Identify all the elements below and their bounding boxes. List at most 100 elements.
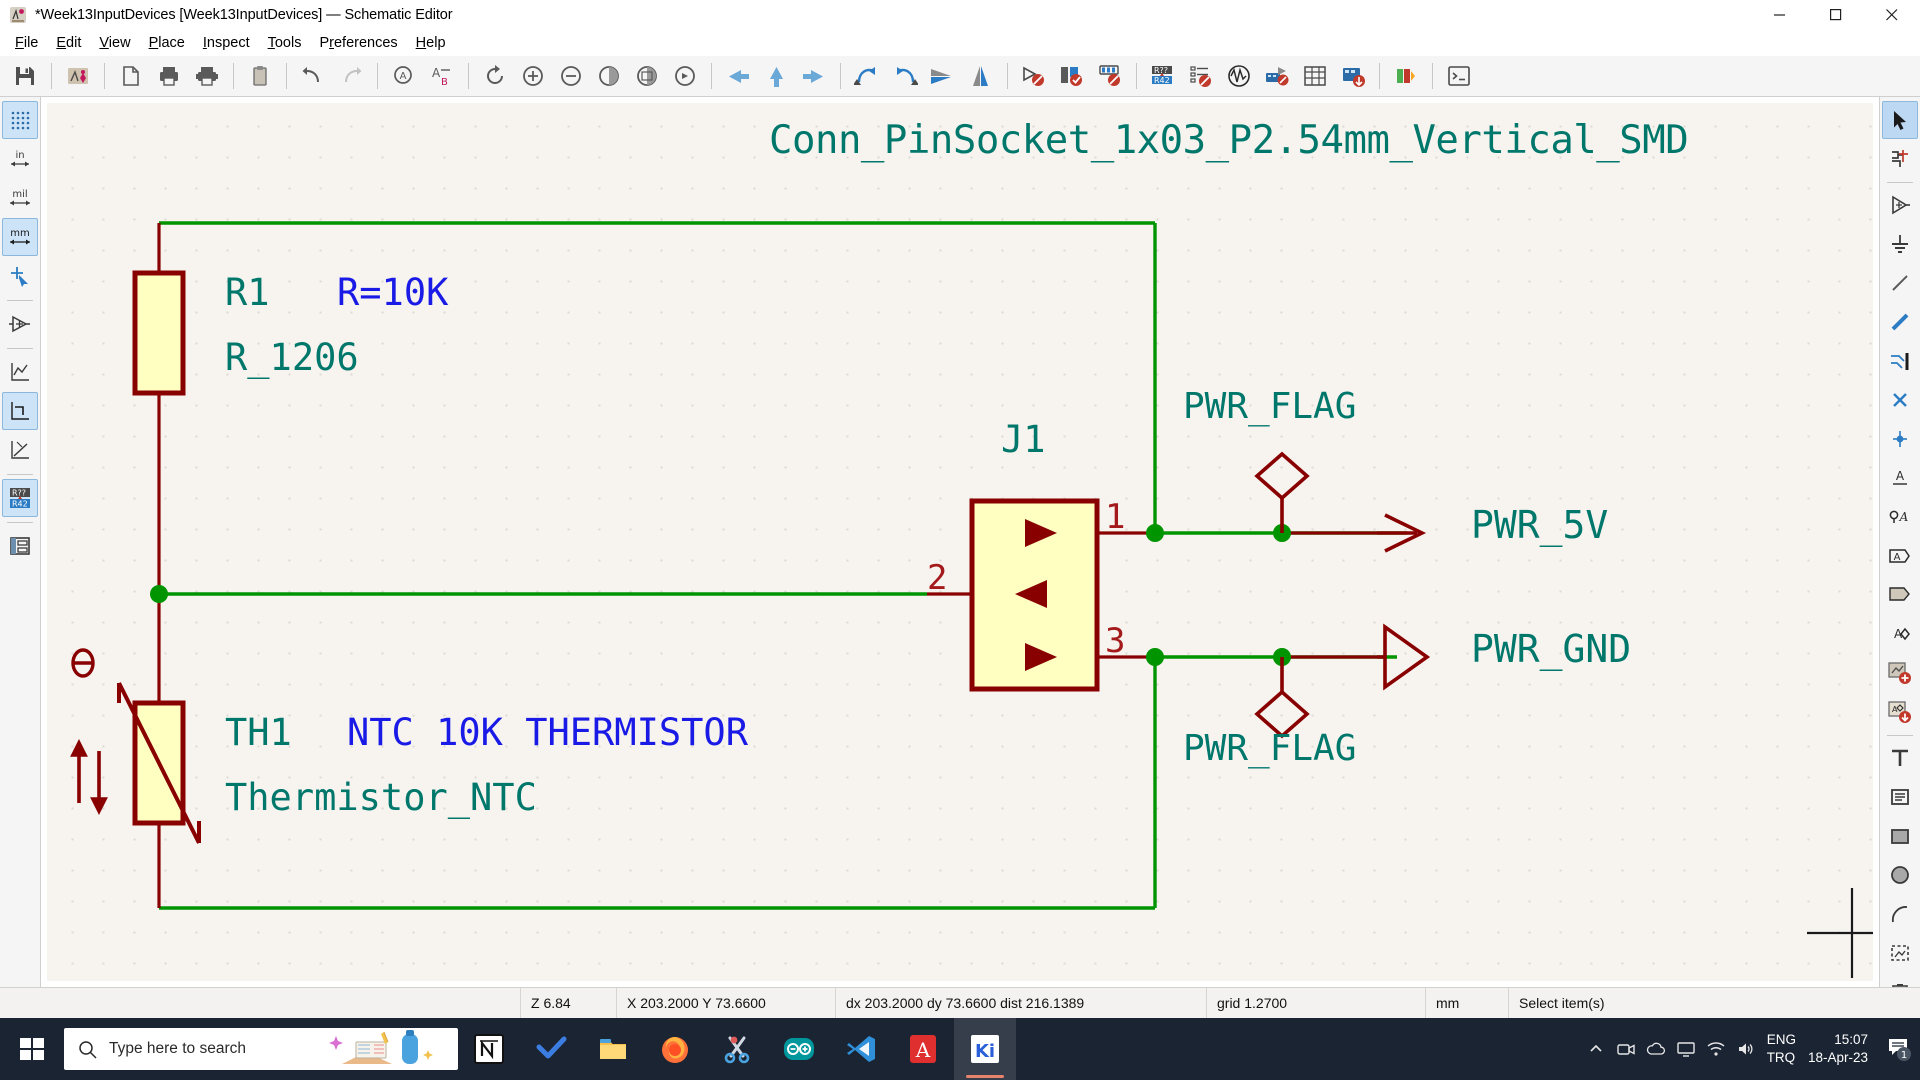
windows-start-icon[interactable] <box>0 1018 64 1080</box>
draw-image-tool-icon[interactable] <box>1882 934 1918 972</box>
draw-circle-tool-icon[interactable] <box>1882 856 1918 894</box>
power-port-pwr-gnd-label[interactable]: PWR_GND <box>1471 627 1631 671</box>
volume-icon[interactable] <box>1731 1018 1761 1080</box>
menu-place[interactable]: Place <box>140 32 194 54</box>
wifi-icon[interactable] <box>1701 1018 1731 1080</box>
rotate-cw-icon[interactable] <box>886 58 924 94</box>
thermistor-th1-footprint[interactable]: Thermistor_NTC <box>225 776 537 819</box>
undo-icon[interactable] <box>294 58 332 94</box>
open-pcb-icon[interactable] <box>1258 58 1296 94</box>
power-flag-top-label[interactable]: PWR_FLAG <box>1183 386 1356 427</box>
hierarchical-label-tool-icon[interactable]: A <box>1882 537 1918 575</box>
resistor-r1-value[interactable]: R=10K <box>337 271 448 314</box>
place-textbox-tool-icon[interactable] <box>1882 778 1918 816</box>
plot-icon[interactable] <box>188 58 226 94</box>
new-sheet-icon[interactable] <box>112 58 150 94</box>
zoom-fit-icon[interactable] <box>590 58 628 94</box>
resistor-r1-footprint[interactable]: R_1206 <box>225 336 359 379</box>
footprint-assign-icon[interactable] <box>1091 58 1129 94</box>
arduino-ide-taskbar-icon[interactable] <box>768 1018 830 1080</box>
scripting-console-icon[interactable] <box>1440 58 1478 94</box>
update-pcb-icon[interactable] <box>1334 58 1372 94</box>
open-project-manager-icon[interactable] <box>59 58 97 94</box>
minimize-button[interactable] <box>1752 0 1808 30</box>
toggle-grid-icon[interactable] <box>2 101 38 139</box>
annotate-icon[interactable] <box>1015 58 1053 94</box>
edit-symbol-fields-icon[interactable]: R?? R42 <box>1144 58 1182 94</box>
vscode-taskbar-icon[interactable] <box>830 1018 892 1080</box>
zoom-in-icon[interactable] <box>514 58 552 94</box>
taskbar-search-box[interactable]: Type here to search <box>64 1028 458 1070</box>
place-text-tool-icon[interactable] <box>1882 739 1918 777</box>
highlight-net-tool-icon[interactable] <box>1882 140 1918 178</box>
import-sheet-pin-tool-icon[interactable] <box>1882 654 1918 692</box>
find-replace-icon[interactable]: A B <box>423 58 461 94</box>
todoist-taskbar-icon[interactable] <box>520 1018 582 1080</box>
up-sheet-icon[interactable] <box>757 58 795 94</box>
place-power-port-tool-icon[interactable] <box>1882 225 1918 263</box>
taskbar-clock[interactable]: ENG TRQ 15:07 18-Apr-23 <box>1761 1031 1878 1067</box>
hierarchical-sheet-tool-icon[interactable]: A <box>1882 615 1918 653</box>
enter-sheet-icon[interactable] <box>795 58 833 94</box>
mirror-horizontal-icon[interactable] <box>924 58 962 94</box>
notification-center-button[interactable]: 1 <box>1878 1018 1920 1080</box>
junction-tool-icon[interactable] <box>1882 420 1918 458</box>
annotation-display-icon[interactable]: R?? R42 <box>2 479 38 517</box>
erc-icon[interactable] <box>1053 58 1091 94</box>
draw-arc-tool-icon[interactable] <box>1882 895 1918 933</box>
kicad-taskbar-icon[interactable]: Ki <box>954 1018 1016 1080</box>
status-units[interactable]: mm <box>1426 988 1508 1019</box>
onedrive-icon[interactable] <box>1641 1018 1671 1080</box>
zoom-out-icon[interactable] <box>552 58 590 94</box>
menu-view[interactable]: View <box>90 32 139 54</box>
find-icon[interactable]: A <box>385 58 423 94</box>
maximize-button[interactable] <box>1808 0 1864 30</box>
close-button[interactable] <box>1864 0 1920 30</box>
menu-preferences[interactable]: Preferences <box>310 32 406 54</box>
firefox-taskbar-icon[interactable] <box>644 1018 706 1080</box>
menu-help[interactable]: Help <box>407 32 455 54</box>
zoom-objects-icon[interactable] <box>628 58 666 94</box>
wire-to-bus-entry-tool-icon[interactable] <box>1882 342 1918 380</box>
hidden-pins-icon[interactable] <box>2 305 38 343</box>
no-connect-flag-tool-icon[interactable] <box>1882 381 1918 419</box>
global-label-tool-icon[interactable]: A <box>1882 498 1918 536</box>
save-icon[interactable] <box>6 58 44 94</box>
any-angle-lines-icon[interactable] <box>2 431 38 469</box>
power-flag-bottom-label[interactable]: PWR_FLAG <box>1183 728 1356 769</box>
file-explorer-taskbar-icon[interactable] <box>582 1018 644 1080</box>
units-millimeters-icon[interactable]: mm <box>2 218 38 256</box>
zoom-area-icon[interactable] <box>666 58 704 94</box>
show-hierarchy-navigator-icon[interactable] <box>2 527 38 565</box>
adobe-acrobat-taskbar-icon[interactable]: A <box>892 1018 954 1080</box>
power-port-pwr-5v-label[interactable]: PWR_5V <box>1471 503 1608 547</box>
notion-taskbar-icon[interactable] <box>458 1018 520 1080</box>
refresh-icon[interactable] <box>476 58 514 94</box>
schematic-canvas[interactable]: Conn_PinSocket_1x03_P2.54mm_Vertical_SMD… <box>47 103 1873 981</box>
menu-edit[interactable]: Edit <box>47 32 90 54</box>
thermistor-th1-reference[interactable]: TH1 <box>225 711 292 754</box>
mirror-vertical-icon[interactable] <box>962 58 1000 94</box>
draw-rectangle-tool-icon[interactable] <box>1882 817 1918 855</box>
menu-file[interactable]: FFileile <box>6 32 47 54</box>
net-label-tool-icon[interactable]: A <box>1882 459 1918 497</box>
bom-icon[interactable] <box>1182 58 1220 94</box>
toggle-cursor-icon[interactable] <box>2 257 38 295</box>
draw-bus-tool-icon[interactable] <box>1882 303 1918 341</box>
import-sheet-pin-down-icon[interactable]: A <box>1882 693 1918 731</box>
rotate-ccw-icon[interactable] <box>848 58 886 94</box>
library-editor-icon[interactable] <box>1387 58 1425 94</box>
select-tool-icon[interactable] <box>1882 101 1918 139</box>
paste-icon[interactable] <box>241 58 279 94</box>
menu-tools[interactable]: Tools <box>259 32 311 54</box>
meet-now-icon[interactable] <box>1611 1018 1641 1080</box>
display-icon[interactable] <box>1671 1018 1701 1080</box>
place-symbol-tool-icon[interactable] <box>1882 186 1918 224</box>
spreadsheet-icon[interactable] <box>1296 58 1334 94</box>
status-grid[interactable]: grid 1.2700 <box>1207 988 1425 1019</box>
ortho-lines-icon[interactable] <box>2 392 38 430</box>
thermistor-th1-value[interactable]: NTC 10K THERMISTOR <box>347 711 748 754</box>
connector-j1-reference[interactable]: J1 <box>1001 418 1046 461</box>
free-angle-lines-icon[interactable] <box>2 353 38 391</box>
menu-inspect[interactable]: Inspect <box>194 32 259 54</box>
